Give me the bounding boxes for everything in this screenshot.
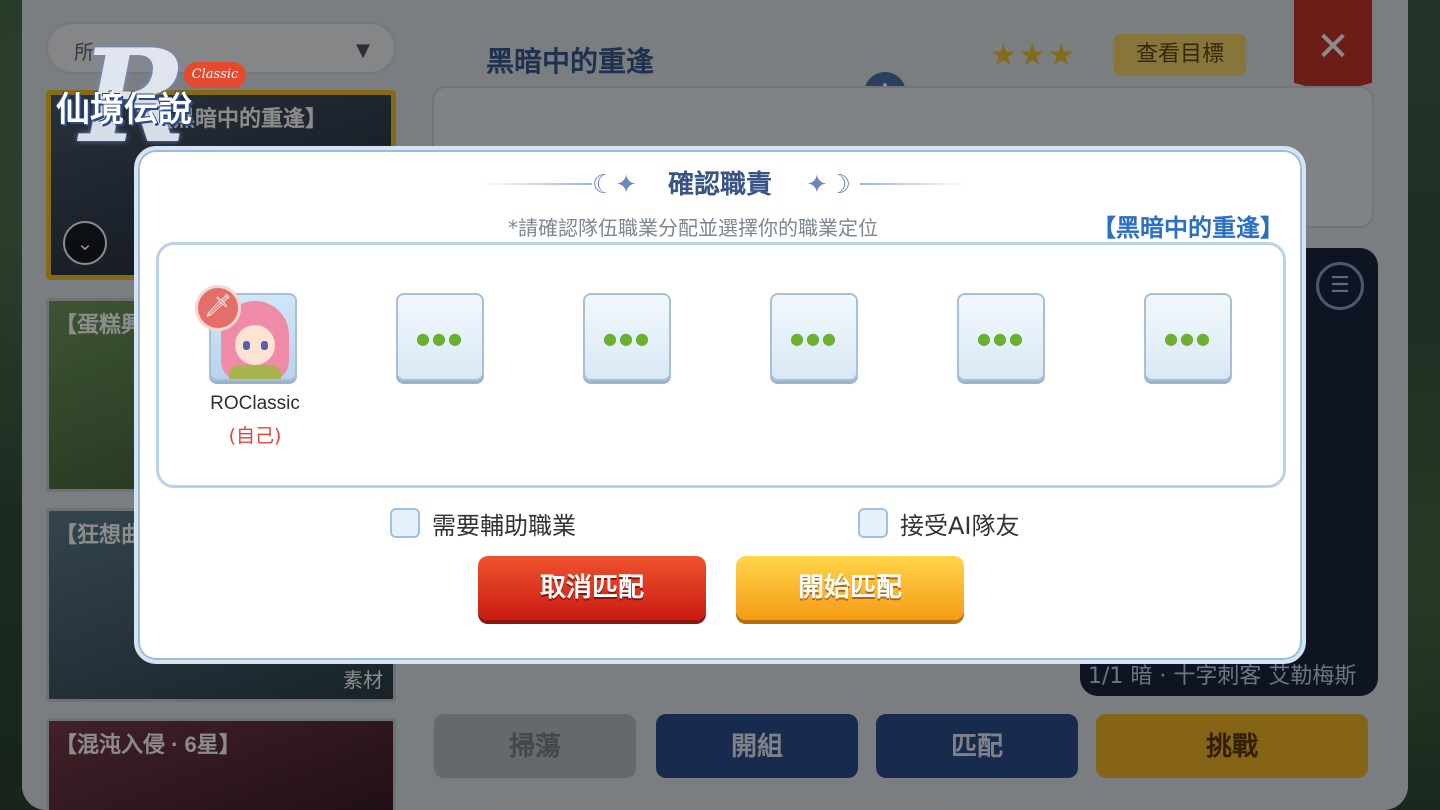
avatar-eye [243,341,250,350]
waiting-dots-icon: ●●● [790,329,838,348]
self-label: (自己) [228,425,282,447]
avatar-body [229,365,281,379]
waiting-dots-icon: ●●● [977,329,1025,348]
party-slots: 🗡 ROClassic (自己) ●●● ●●● ●●● ●●● ●●● [156,242,1286,488]
accept-ai-checkbox[interactable] [858,508,888,538]
start-match-button[interactable]: 開始匹配 [736,556,964,620]
accept-ai-label: 接受AI隊友 [900,512,1020,540]
need-support-label: 需要輔助職業 [432,512,576,540]
avatar-face [235,325,275,365]
game-logo: R 仙境伝說 Classic [28,22,246,172]
party-slot-empty[interactable]: ●●● [583,293,671,381]
player-name: ROClassic [210,393,300,414]
crescent-moon-icon: ✦☽ [806,170,852,200]
waiting-dots-icon: ●●● [603,329,651,348]
sword-icon: 🗡 [195,285,241,331]
dialog-title: 確認職責 [667,169,772,199]
avatar-eye [261,341,268,350]
waiting-dots-icon: ●●● [1164,329,1212,348]
dialog-instruction: *請確認隊伍職業分配並選擇你的職業定位 [508,216,878,240]
dialog-dungeon-name: 【黑暗中的重逢】 [1092,215,1284,242]
party-slot-empty[interactable]: ●●● [957,293,1045,381]
waiting-dots-icon: ●●● [416,329,464,348]
title-divider-right [860,183,968,185]
party-slot-empty[interactable]: ●●● [1144,293,1232,381]
need-support-checkbox[interactable] [390,508,420,538]
party-slot-empty[interactable]: ●●● [396,293,484,381]
party-slot-empty[interactable]: ●●● [770,293,858,381]
logo-badge: Classic [184,62,246,88]
confirm-role-dialog: ☾✦ 確認職責 ✦☽ *請確認隊伍職業分配並選擇你的職業定位 【黑暗中的重逢】 … [134,146,1306,664]
cancel-match-button[interactable]: 取消匹配 [478,556,706,620]
logo-name: 仙境伝說 [56,90,192,130]
